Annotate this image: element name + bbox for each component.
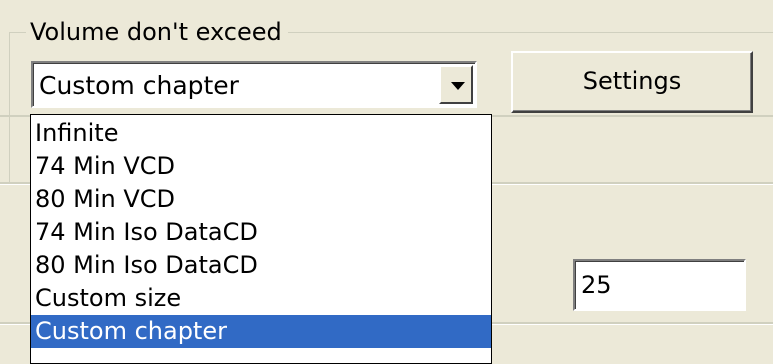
settings-button[interactable]: Settings: [511, 51, 753, 113]
dropdown-item-custom-chapter[interactable]: Custom chapter: [31, 315, 491, 348]
dropdown-item-80-min-iso-datacd[interactable]: 80 Min Iso DataCD: [31, 249, 491, 282]
combo-dropdown-button[interactable]: [439, 65, 473, 104]
dropdown-item-80-min-vcd[interactable]: 80 Min VCD: [31, 183, 491, 216]
dropdown-item-custom-size[interactable]: Custom size: [31, 282, 491, 315]
volume-combo-box[interactable]: Custom chapter: [31, 61, 477, 108]
chevron-down-icon: [451, 82, 465, 90]
number-input[interactable]: 25: [573, 259, 746, 311]
combo-dropdown-list: Infinite 74 Min VCD 80 Min VCD 74 Min Is…: [30, 114, 492, 364]
dropdown-item-74-min-vcd[interactable]: 74 Min VCD: [31, 150, 491, 183]
combo-selected-value: Custom chapter: [39, 71, 239, 100]
dropdown-item-74-min-iso-datacd[interactable]: 74 Min Iso DataCD: [31, 216, 491, 249]
group-title: Volume don't exceed: [26, 16, 288, 48]
dropdown-item-infinite[interactable]: Infinite: [31, 117, 491, 150]
